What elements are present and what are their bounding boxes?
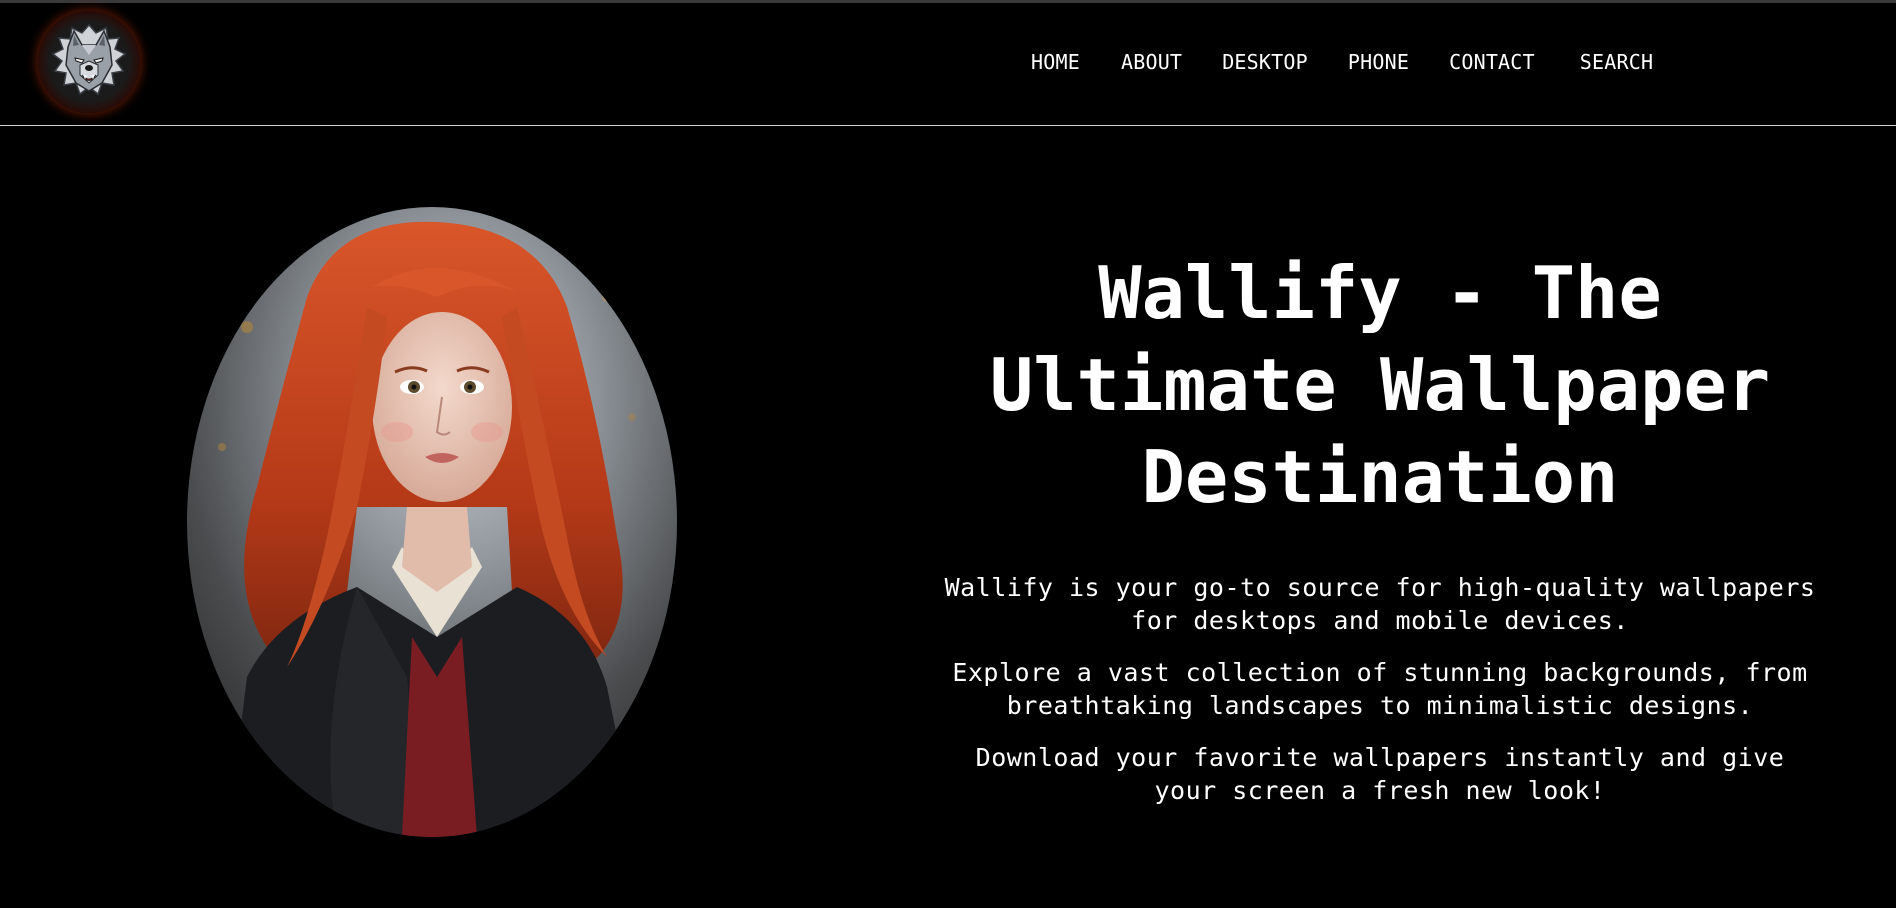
nav-home[interactable]: HOME xyxy=(1031,50,1080,74)
hero-paragraph-1: Wallify is your go-to source for high-qu… xyxy=(944,573,1816,635)
nav-search[interactable]: SEARCH xyxy=(1580,50,1653,74)
hero-text: Wallify - The Ultimate Wallpaper Destina… xyxy=(940,247,1820,807)
nav-desktop[interactable]: DESKTOP xyxy=(1222,50,1308,74)
hero-image xyxy=(187,207,677,837)
main-nav: HOME ABOUT DESKTOP PHONE CONTACT SEARCH xyxy=(1031,50,1653,74)
hero-paragraph-3: Download your favorite wallpapers instan… xyxy=(975,743,1785,805)
logo[interactable] xyxy=(38,11,140,113)
nav-phone[interactable]: PHONE xyxy=(1348,50,1409,74)
nav-about[interactable]: ABOUT xyxy=(1121,50,1182,74)
nav-contact[interactable]: CONTACT xyxy=(1449,50,1535,74)
hero-title: Wallify - The Ultimate Wallpaper Destina… xyxy=(989,251,1771,519)
hero-paragraph-2: Explore a vast collection of stunning ba… xyxy=(952,658,1808,720)
site-header: HOME ABOUT DESKTOP PHONE CONTACT SEARCH xyxy=(0,3,1896,126)
wolf-head-icon xyxy=(51,23,127,96)
